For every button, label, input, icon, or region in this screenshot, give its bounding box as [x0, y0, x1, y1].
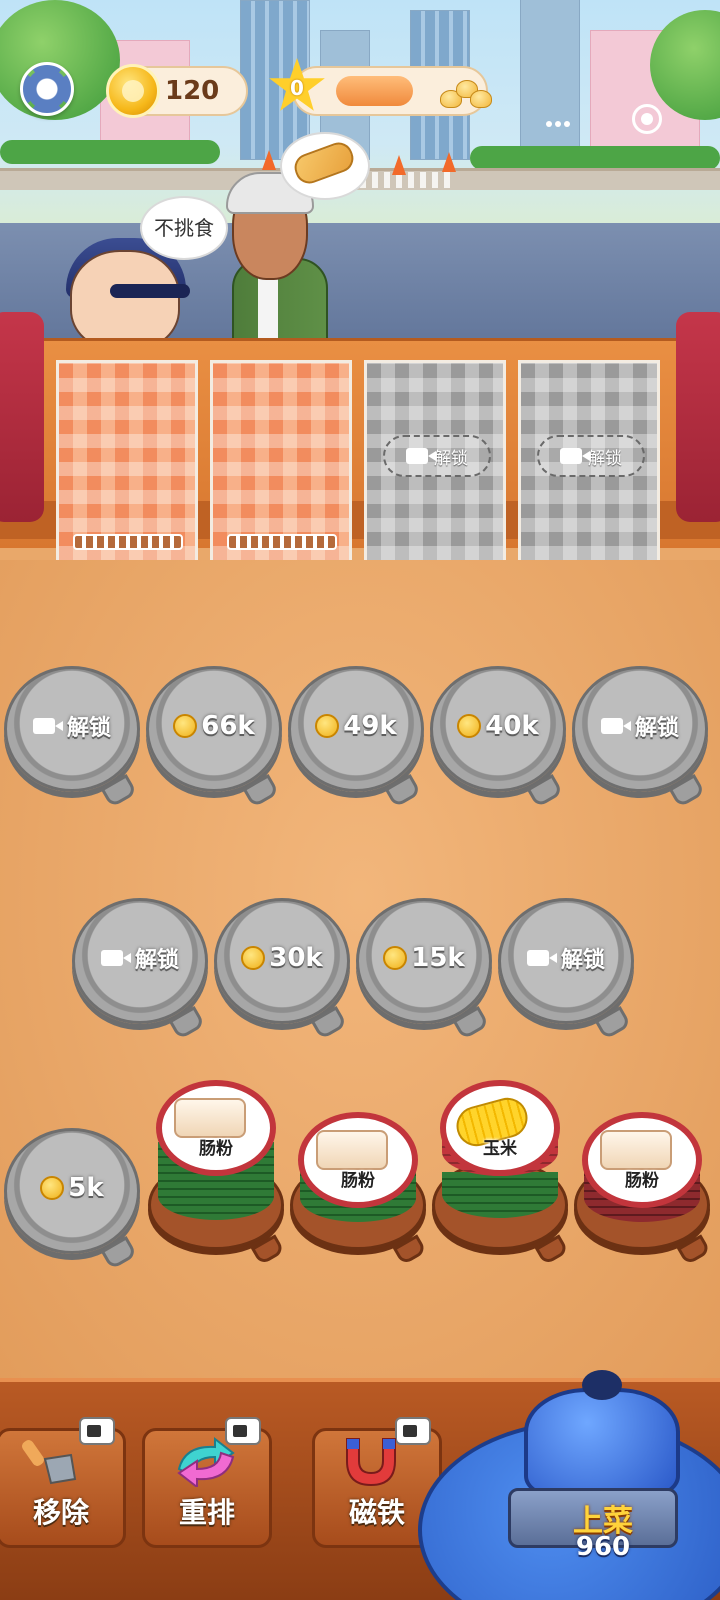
plate-price: 66k [201, 711, 255, 741]
coin-icon [457, 714, 482, 738]
traffic-cone-icon [442, 152, 456, 172]
hedge [470, 146, 720, 170]
coin-icon [383, 946, 408, 970]
locked-plate-video[interactable]: 解锁 [498, 898, 638, 1041]
plate-label: 解锁 [634, 716, 679, 741]
unlock-table-button[interactable]: 解锁 [383, 435, 491, 477]
coin-icon [106, 64, 160, 118]
unlock-table-button[interactable]: 解锁 [537, 435, 645, 477]
tool-label: 移除 [32, 1496, 89, 1529]
plate-label: 解锁 [134, 948, 179, 973]
table-progress-strip [73, 534, 183, 550]
video-icon [395, 1417, 431, 1445]
locked-plate-video[interactable]: 解锁 [4, 666, 144, 809]
table-mat-2[interactable] [210, 360, 352, 563]
food-label: 肠粉 [341, 1171, 375, 1191]
settings-gear-icon[interactable] [20, 62, 74, 116]
tool-label: 重排 [178, 1496, 235, 1529]
plate-price: 30k [269, 943, 323, 973]
video-icon [526, 950, 557, 966]
speech-bubble-text: 不挑食 [154, 216, 214, 240]
video-icon [406, 448, 436, 464]
locked-plate-coin[interactable]: 40k [430, 666, 570, 809]
plate-stack-1[interactable]: 肠粉 [148, 1080, 288, 1266]
traffic-cone-icon [262, 150, 276, 170]
serve-count: 960 [575, 1532, 631, 1562]
table-mat-3-locked[interactable]: 解锁 [364, 360, 506, 563]
shovel-icon [21, 1435, 83, 1487]
traffic-cone-icon [392, 155, 406, 175]
table-mat-1[interactable] [56, 360, 198, 563]
remove-tool-button[interactable]: 移除 [0, 1417, 126, 1548]
building [520, 0, 580, 160]
more-menu-icon[interactable] [546, 112, 576, 127]
coin-icon [173, 714, 198, 738]
video-icon [32, 718, 63, 734]
bun-reward-icon[interactable] [440, 78, 492, 110]
locked-plate-video[interactable]: 解锁 [72, 898, 212, 1041]
counter-side-right [676, 312, 720, 522]
rice-roll-icon [174, 1098, 246, 1138]
rice-roll-icon [316, 1130, 388, 1170]
locked-plate-coin[interactable]: 66k [146, 666, 286, 809]
food-label: 肠粉 [625, 1171, 659, 1191]
locked-plate-coin[interactable]: 49k [288, 666, 428, 809]
locked-plate-video[interactable]: 解锁 [572, 666, 712, 809]
locked-plate-coin[interactable]: 5k [4, 1128, 144, 1271]
table-progress-strip [227, 534, 337, 550]
shuffle-arrows-icon [175, 1435, 237, 1490]
unlock-label: 解锁 [588, 448, 622, 469]
unlock-label: 解锁 [434, 448, 468, 469]
coin-icon [40, 1176, 65, 1200]
food-label: 玉米 [483, 1139, 517, 1159]
plate-price: 40k [485, 711, 539, 741]
customer-kid[interactable] [70, 250, 180, 350]
video-icon [79, 1417, 115, 1445]
customer-kid-brim [110, 284, 190, 298]
plate-stack-2[interactable]: 肠粉 [290, 1112, 430, 1266]
pot-lid-knob [582, 1370, 622, 1400]
plate-label: 解锁 [560, 948, 605, 973]
plate-price: 15k [411, 943, 465, 973]
star-progress-fill [336, 76, 413, 106]
locked-plate-coin[interactable]: 30k [214, 898, 354, 1041]
shuffle-tool-button[interactable]: 重排 [142, 1417, 272, 1548]
video-icon [100, 950, 131, 966]
rice-roll-icon [600, 1130, 672, 1170]
coin-icon [241, 946, 266, 970]
coin-count: 120 [165, 76, 220, 106]
plate-price: 49k [343, 711, 397, 741]
magnet-icon [337, 1435, 399, 1487]
plate-stack-3[interactable]: 玉米 [432, 1080, 572, 1266]
star-count: 0 [290, 76, 304, 100]
target-icon[interactable] [632, 104, 662, 134]
video-icon [600, 718, 631, 734]
plate-stack-4[interactable]: 肠粉 [574, 1112, 714, 1266]
pot-icon [524, 1388, 680, 1498]
plate-price: 5k [68, 1173, 104, 1203]
counter-side-left [0, 312, 44, 522]
hedge [0, 140, 220, 164]
locked-plate-coin[interactable]: 15k [356, 898, 496, 1041]
food-label: 肠粉 [199, 1139, 233, 1159]
table-mat-4-locked[interactable]: 解锁 [518, 360, 660, 563]
video-icon [560, 448, 590, 464]
plate-label: 解锁 [66, 716, 111, 741]
coin-icon [315, 714, 340, 738]
